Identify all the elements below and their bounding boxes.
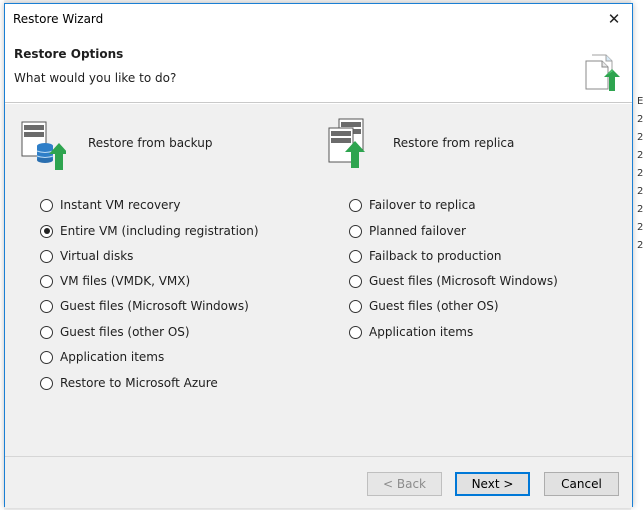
radio-button[interactable] — [349, 299, 362, 313]
radio-label: Virtual disks — [60, 249, 134, 263]
radio-button[interactable] — [40, 249, 53, 263]
radio-label: Failback to production — [369, 249, 502, 263]
window-title: Restore Wizard — [13, 12, 104, 26]
radio-label: Application items — [369, 325, 474, 339]
restore-wizard-window: Restore Wizard ✕ Restore Options What wo… — [4, 3, 633, 508]
radio-label: VM files (VMDK, VMX) — [60, 274, 191, 288]
radio-replica-guest-files-other-os[interactable]: Guest files (other OS) — [349, 297, 499, 315]
background-text: E — [637, 96, 643, 107]
radio-planned-failover[interactable]: Planned failover — [349, 222, 466, 240]
background-text: 2 — [637, 150, 643, 161]
radio-label: Application items — [60, 350, 165, 364]
background-text: 2 — [637, 186, 643, 197]
radio-button[interactable] — [349, 198, 362, 212]
page-title: Restore Options — [14, 47, 124, 61]
background-text: 2 — [637, 132, 643, 143]
radio-label: Guest files (Microsoft Windows) — [60, 299, 249, 313]
radio-restore-to-azure[interactable]: Restore to Microsoft Azure — [40, 374, 218, 392]
radio-label: Guest files (other OS) — [60, 325, 190, 339]
radio-vm-files[interactable]: VM files (VMDK, VMX) — [40, 272, 190, 290]
radio-label: Restore to Microsoft Azure — [60, 376, 218, 390]
cancel-button[interactable]: Cancel — [544, 472, 619, 496]
server-database-restore-icon — [21, 121, 66, 170]
close-icon: ✕ — [607, 10, 621, 28]
radio-replica-application-items[interactable]: Application items — [349, 323, 473, 341]
radio-failback-to-production[interactable]: Failback to production — [349, 247, 501, 265]
document-restore-icon — [585, 54, 620, 91]
background-text: 2 — [637, 168, 643, 179]
radio-label: Instant VM recovery — [60, 198, 181, 212]
wizard-header: Restore Options What would you like to d… — [5, 34, 632, 103]
radio-button[interactable] — [349, 325, 362, 339]
page-subtitle: What would you like to do? — [14, 71, 177, 85]
radio-label: Planned failover — [369, 224, 466, 238]
radio-button[interactable] — [40, 299, 53, 313]
radio-guest-files-other-os[interactable]: Guest files (other OS) — [40, 323, 190, 341]
radio-instant-vm-recovery[interactable]: Instant VM recovery — [40, 196, 180, 214]
radio-failover-to-replica[interactable]: Failover to replica — [349, 196, 476, 214]
title-bar[interactable]: Restore Wizard ✕ — [5, 4, 632, 34]
background-text: 2 — [637, 204, 643, 215]
background-text: 2 — [637, 114, 643, 125]
radio-button[interactable] — [349, 249, 362, 263]
back-button[interactable]: < Back — [367, 472, 442, 496]
background-text: 2 — [637, 222, 643, 233]
radio-button[interactable] — [40, 350, 53, 364]
radio-label: Guest files (Microsoft Windows) — [369, 274, 558, 288]
radio-label: Guest files (other OS) — [369, 299, 499, 313]
options-panel: Restore from backup Instant VM recovery … — [5, 104, 632, 456]
radio-replica-guest-files-windows[interactable]: Guest files (Microsoft Windows) — [349, 272, 558, 290]
radio-guest-files-windows[interactable]: Guest files (Microsoft Windows) — [40, 297, 249, 315]
radio-button-selected[interactable] — [40, 224, 53, 238]
background-text: 2 — [637, 240, 643, 251]
wizard-footer: < Back Next > Cancel — [5, 456, 632, 508]
radio-entire-vm[interactable]: Entire VM (including registration) — [40, 222, 259, 240]
radio-label: Failover to replica — [369, 198, 476, 212]
radio-button[interactable] — [349, 274, 362, 288]
radio-button[interactable] — [40, 376, 53, 390]
next-button[interactable]: Next > — [455, 472, 530, 496]
radio-button[interactable] — [349, 224, 362, 238]
close-button[interactable]: ✕ — [596, 4, 632, 34]
radio-label: Entire VM (including registration) — [60, 224, 259, 238]
radio-button[interactable] — [40, 198, 53, 212]
radio-application-items[interactable]: Application items — [40, 348, 164, 366]
radio-button[interactable] — [40, 325, 53, 339]
radio-virtual-disks[interactable]: Virtual disks — [40, 247, 133, 265]
restore-from-backup-label: Restore from backup — [88, 136, 213, 150]
restore-from-replica-label: Restore from replica — [393, 136, 515, 150]
radio-button[interactable] — [40, 274, 53, 288]
replica-restore-icon — [328, 118, 365, 168]
